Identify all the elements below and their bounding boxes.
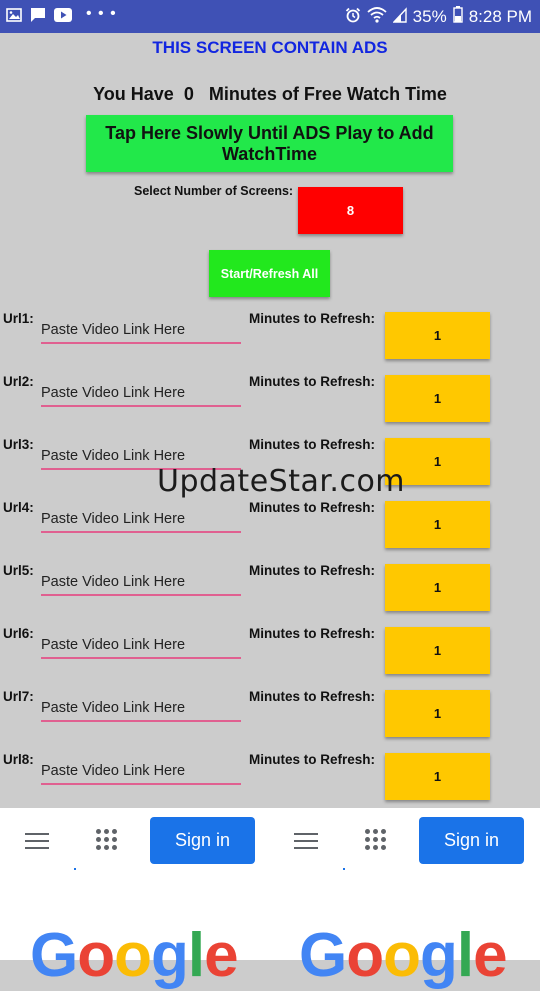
battery-icon: [452, 6, 463, 28]
minutes-to-refresh-label: Minutes to Refresh:: [249, 689, 376, 704]
url-row: Url1: Minutes to Refresh: 1: [0, 311, 540, 371]
dot: [343, 868, 345, 870]
message-icon: [30, 7, 46, 28]
minutes-to-refresh-label: Minutes to Refresh:: [249, 500, 376, 515]
signal-icon: [392, 6, 407, 28]
clock: 8:28 PM: [468, 7, 532, 26]
ad-panel-left[interactable]: Sign in Google: [0, 808, 270, 990]
url-label: Url2:: [3, 374, 34, 389]
apps-grid-icon[interactable]: [96, 829, 118, 851]
refresh-minutes-button[interactable]: 1: [385, 312, 490, 359]
refresh-minutes-button[interactable]: 1: [385, 375, 490, 422]
minutes-to-refresh-label: Minutes to Refresh:: [249, 752, 376, 767]
url-row: Url6: Minutes to Refresh: 1: [0, 626, 540, 686]
minutes-to-refresh-label: Minutes to Refresh:: [249, 311, 376, 326]
minutes-to-refresh-label: Minutes to Refresh:: [249, 626, 376, 641]
menu-icon[interactable]: [25, 833, 49, 851]
minutes-to-refresh-label: Minutes to Refresh:: [249, 563, 376, 578]
start-refresh-all-button[interactable]: Start/Refresh All: [209, 250, 330, 297]
url-label: Url5:: [3, 563, 34, 578]
image-icon: [6, 8, 22, 27]
video-link-input[interactable]: [41, 570, 241, 596]
refresh-minutes-button[interactable]: 1: [385, 501, 490, 548]
apps-grid-icon[interactable]: [365, 829, 387, 851]
video-link-input[interactable]: [41, 759, 241, 785]
url-label: Url1:: [3, 311, 34, 326]
status-bar: • • • 35% 8:28 PM: [0, 0, 540, 33]
tap-add-watchtime-button[interactable]: Tap Here Slowly Until ADS Play to Add Wa…: [86, 115, 453, 172]
ad-panel-right[interactable]: Sign in Google: [269, 808, 539, 990]
video-link-input[interactable]: [41, 696, 241, 722]
url-row: Url2: Minutes to Refresh: 1: [0, 374, 540, 434]
video-link-input[interactable]: [41, 507, 241, 533]
url-row: Url5: Minutes to Refresh: 1: [0, 563, 540, 623]
video-link-input[interactable]: [41, 633, 241, 659]
url-row: Url4: Minutes to Refresh: 1: [0, 500, 540, 560]
google-logo: Google: [30, 921, 239, 990]
refresh-minutes-button[interactable]: 1: [385, 564, 490, 611]
minutes-to-refresh-label: Minutes to Refresh:: [249, 437, 376, 452]
more-dots-icon: • • •: [86, 4, 117, 22]
refresh-minutes-button[interactable]: 1: [385, 627, 490, 674]
url-label: Url8:: [3, 752, 34, 767]
url-row: Url8: Minutes to Refresh: 1: [0, 752, 540, 812]
url-label: Url7:: [3, 689, 34, 704]
battery-percent: 35%: [412, 7, 447, 26]
ad-banner[interactable]: Sign in Google Sign in Google: [0, 808, 540, 990]
refresh-minutes-button[interactable]: 1: [385, 753, 490, 800]
sign-in-button[interactable]: Sign in: [150, 817, 255, 864]
dot: [74, 868, 76, 870]
video-link-input[interactable]: [41, 318, 241, 344]
screens-count-button[interactable]: 8: [298, 187, 403, 234]
url-row: Url7: Minutes to Refresh: 1: [0, 689, 540, 749]
menu-icon[interactable]: [294, 833, 318, 851]
ads-notice: THIS SCREEN CONTAIN ADS: [152, 38, 388, 57]
watermark: UpdateStar.com: [157, 464, 406, 499]
youtube-icon: [54, 8, 72, 27]
sign-in-button[interactable]: Sign in: [419, 817, 524, 864]
select-screens-label: Select Number of Screens:: [134, 184, 294, 198]
alarm-icon: [345, 7, 361, 28]
watch-time-text: You Have 0 Minutes of Free Watch Time: [93, 84, 447, 104]
video-link-input[interactable]: [41, 381, 241, 407]
minutes-to-refresh-label: Minutes to Refresh:: [249, 374, 376, 389]
url-label: Url4:: [3, 500, 34, 515]
wifi-icon: [367, 6, 387, 28]
url-label: Url6:: [3, 626, 34, 641]
url-label: Url3:: [3, 437, 34, 452]
google-logo: Google: [299, 921, 508, 990]
refresh-minutes-button[interactable]: 1: [385, 690, 490, 737]
